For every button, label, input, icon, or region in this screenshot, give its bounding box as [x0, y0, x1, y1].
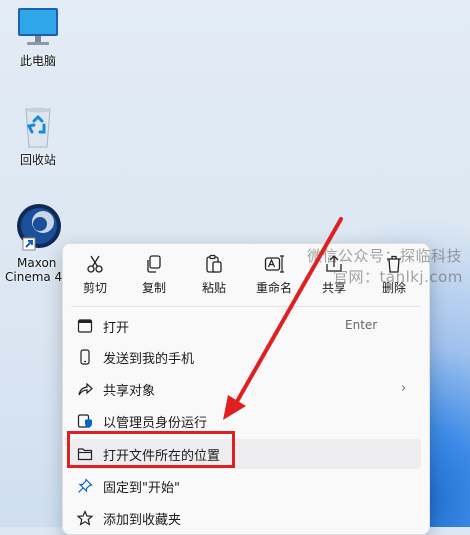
annotation-arrow [223, 217, 343, 420]
